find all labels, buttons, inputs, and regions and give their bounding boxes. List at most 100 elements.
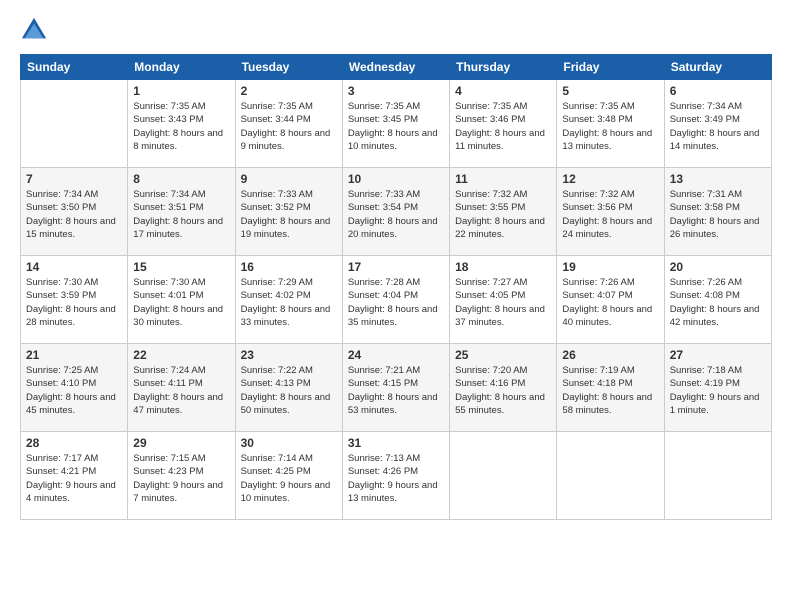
day-info: Sunrise: 7:30 AMSunset: 3:59 PMDaylight:… <box>26 276 122 329</box>
day-info: Sunrise: 7:25 AMSunset: 4:10 PMDaylight:… <box>26 364 122 417</box>
day-cell: 6 Sunrise: 7:34 AMSunset: 3:49 PMDayligh… <box>664 80 771 168</box>
day-cell: 1 Sunrise: 7:35 AMSunset: 3:43 PMDayligh… <box>128 80 235 168</box>
day-number: 30 <box>241 436 337 450</box>
day-info: Sunrise: 7:28 AMSunset: 4:04 PMDaylight:… <box>348 276 444 329</box>
day-number: 9 <box>241 172 337 186</box>
day-cell <box>557 432 664 520</box>
week-row-1: 1 Sunrise: 7:35 AMSunset: 3:43 PMDayligh… <box>21 80 772 168</box>
day-info: Sunrise: 7:26 AMSunset: 4:08 PMDaylight:… <box>670 276 766 329</box>
day-info: Sunrise: 7:17 AMSunset: 4:21 PMDaylight:… <box>26 452 122 505</box>
day-cell: 20 Sunrise: 7:26 AMSunset: 4:08 PMDaylig… <box>664 256 771 344</box>
day-info: Sunrise: 7:18 AMSunset: 4:19 PMDaylight:… <box>670 364 766 417</box>
week-row-3: 14 Sunrise: 7:30 AMSunset: 3:59 PMDaylig… <box>21 256 772 344</box>
day-cell: 23 Sunrise: 7:22 AMSunset: 4:13 PMDaylig… <box>235 344 342 432</box>
week-row-5: 28 Sunrise: 7:17 AMSunset: 4:21 PMDaylig… <box>21 432 772 520</box>
day-cell: 5 Sunrise: 7:35 AMSunset: 3:48 PMDayligh… <box>557 80 664 168</box>
day-cell: 14 Sunrise: 7:30 AMSunset: 3:59 PMDaylig… <box>21 256 128 344</box>
day-number: 2 <box>241 84 337 98</box>
day-cell: 27 Sunrise: 7:18 AMSunset: 4:19 PMDaylig… <box>664 344 771 432</box>
day-number: 15 <box>133 260 229 274</box>
day-info: Sunrise: 7:34 AMSunset: 3:49 PMDaylight:… <box>670 100 766 153</box>
day-info: Sunrise: 7:26 AMSunset: 4:07 PMDaylight:… <box>562 276 658 329</box>
col-header-friday: Friday <box>557 55 664 80</box>
day-number: 26 <box>562 348 658 362</box>
day-info: Sunrise: 7:35 AMSunset: 3:44 PMDaylight:… <box>241 100 337 153</box>
col-header-tuesday: Tuesday <box>235 55 342 80</box>
day-number: 8 <box>133 172 229 186</box>
day-cell: 28 Sunrise: 7:17 AMSunset: 4:21 PMDaylig… <box>21 432 128 520</box>
day-info: Sunrise: 7:32 AMSunset: 3:55 PMDaylight:… <box>455 188 551 241</box>
day-info: Sunrise: 7:21 AMSunset: 4:15 PMDaylight:… <box>348 364 444 417</box>
day-cell: 16 Sunrise: 7:29 AMSunset: 4:02 PMDaylig… <box>235 256 342 344</box>
day-cell <box>21 80 128 168</box>
day-info: Sunrise: 7:24 AMSunset: 4:11 PMDaylight:… <box>133 364 229 417</box>
day-number: 4 <box>455 84 551 98</box>
day-number: 6 <box>670 84 766 98</box>
day-info: Sunrise: 7:20 AMSunset: 4:16 PMDaylight:… <box>455 364 551 417</box>
day-info: Sunrise: 7:35 AMSunset: 3:48 PMDaylight:… <box>562 100 658 153</box>
day-number: 7 <box>26 172 122 186</box>
col-header-wednesday: Wednesday <box>342 55 449 80</box>
day-cell: 12 Sunrise: 7:32 AMSunset: 3:56 PMDaylig… <box>557 168 664 256</box>
header <box>20 16 772 44</box>
col-header-monday: Monday <box>128 55 235 80</box>
day-cell: 30 Sunrise: 7:14 AMSunset: 4:25 PMDaylig… <box>235 432 342 520</box>
day-cell: 8 Sunrise: 7:34 AMSunset: 3:51 PMDayligh… <box>128 168 235 256</box>
day-cell: 21 Sunrise: 7:25 AMSunset: 4:10 PMDaylig… <box>21 344 128 432</box>
day-cell: 26 Sunrise: 7:19 AMSunset: 4:18 PMDaylig… <box>557 344 664 432</box>
day-cell: 10 Sunrise: 7:33 AMSunset: 3:54 PMDaylig… <box>342 168 449 256</box>
day-cell: 19 Sunrise: 7:26 AMSunset: 4:07 PMDaylig… <box>557 256 664 344</box>
logo <box>20 16 50 44</box>
day-cell: 4 Sunrise: 7:35 AMSunset: 3:46 PMDayligh… <box>450 80 557 168</box>
day-cell: 3 Sunrise: 7:35 AMSunset: 3:45 PMDayligh… <box>342 80 449 168</box>
day-number: 24 <box>348 348 444 362</box>
calendar-table: SundayMondayTuesdayWednesdayThursdayFrid… <box>20 54 772 520</box>
day-cell: 7 Sunrise: 7:34 AMSunset: 3:50 PMDayligh… <box>21 168 128 256</box>
logo-icon <box>20 16 48 44</box>
day-cell: 11 Sunrise: 7:32 AMSunset: 3:55 PMDaylig… <box>450 168 557 256</box>
day-number: 11 <box>455 172 551 186</box>
day-info: Sunrise: 7:19 AMSunset: 4:18 PMDaylight:… <box>562 364 658 417</box>
day-number: 19 <box>562 260 658 274</box>
day-info: Sunrise: 7:35 AMSunset: 3:46 PMDaylight:… <box>455 100 551 153</box>
day-cell: 25 Sunrise: 7:20 AMSunset: 4:16 PMDaylig… <box>450 344 557 432</box>
day-number: 16 <box>241 260 337 274</box>
day-info: Sunrise: 7:32 AMSunset: 3:56 PMDaylight:… <box>562 188 658 241</box>
day-info: Sunrise: 7:27 AMSunset: 4:05 PMDaylight:… <box>455 276 551 329</box>
header-row: SundayMondayTuesdayWednesdayThursdayFrid… <box>21 55 772 80</box>
day-cell: 22 Sunrise: 7:24 AMSunset: 4:11 PMDaylig… <box>128 344 235 432</box>
day-info: Sunrise: 7:33 AMSunset: 3:54 PMDaylight:… <box>348 188 444 241</box>
day-number: 14 <box>26 260 122 274</box>
day-cell: 31 Sunrise: 7:13 AMSunset: 4:26 PMDaylig… <box>342 432 449 520</box>
page: SundayMondayTuesdayWednesdayThursdayFrid… <box>0 0 792 612</box>
day-info: Sunrise: 7:34 AMSunset: 3:50 PMDaylight:… <box>26 188 122 241</box>
day-number: 28 <box>26 436 122 450</box>
day-number: 23 <box>241 348 337 362</box>
day-number: 20 <box>670 260 766 274</box>
day-cell: 9 Sunrise: 7:33 AMSunset: 3:52 PMDayligh… <box>235 168 342 256</box>
day-number: 13 <box>670 172 766 186</box>
day-info: Sunrise: 7:13 AMSunset: 4:26 PMDaylight:… <box>348 452 444 505</box>
day-cell: 15 Sunrise: 7:30 AMSunset: 4:01 PMDaylig… <box>128 256 235 344</box>
day-cell <box>664 432 771 520</box>
day-number: 27 <box>670 348 766 362</box>
day-info: Sunrise: 7:33 AMSunset: 3:52 PMDaylight:… <box>241 188 337 241</box>
day-info: Sunrise: 7:35 AMSunset: 3:45 PMDaylight:… <box>348 100 444 153</box>
day-number: 31 <box>348 436 444 450</box>
day-number: 10 <box>348 172 444 186</box>
day-cell: 17 Sunrise: 7:28 AMSunset: 4:04 PMDaylig… <box>342 256 449 344</box>
day-info: Sunrise: 7:30 AMSunset: 4:01 PMDaylight:… <box>133 276 229 329</box>
day-cell: 2 Sunrise: 7:35 AMSunset: 3:44 PMDayligh… <box>235 80 342 168</box>
day-number: 12 <box>562 172 658 186</box>
col-header-saturday: Saturday <box>664 55 771 80</box>
day-number: 29 <box>133 436 229 450</box>
day-number: 3 <box>348 84 444 98</box>
day-cell: 29 Sunrise: 7:15 AMSunset: 4:23 PMDaylig… <box>128 432 235 520</box>
day-cell: 18 Sunrise: 7:27 AMSunset: 4:05 PMDaylig… <box>450 256 557 344</box>
day-number: 21 <box>26 348 122 362</box>
day-info: Sunrise: 7:29 AMSunset: 4:02 PMDaylight:… <box>241 276 337 329</box>
day-number: 17 <box>348 260 444 274</box>
day-number: 1 <box>133 84 229 98</box>
day-info: Sunrise: 7:35 AMSunset: 3:43 PMDaylight:… <box>133 100 229 153</box>
day-info: Sunrise: 7:31 AMSunset: 3:58 PMDaylight:… <box>670 188 766 241</box>
